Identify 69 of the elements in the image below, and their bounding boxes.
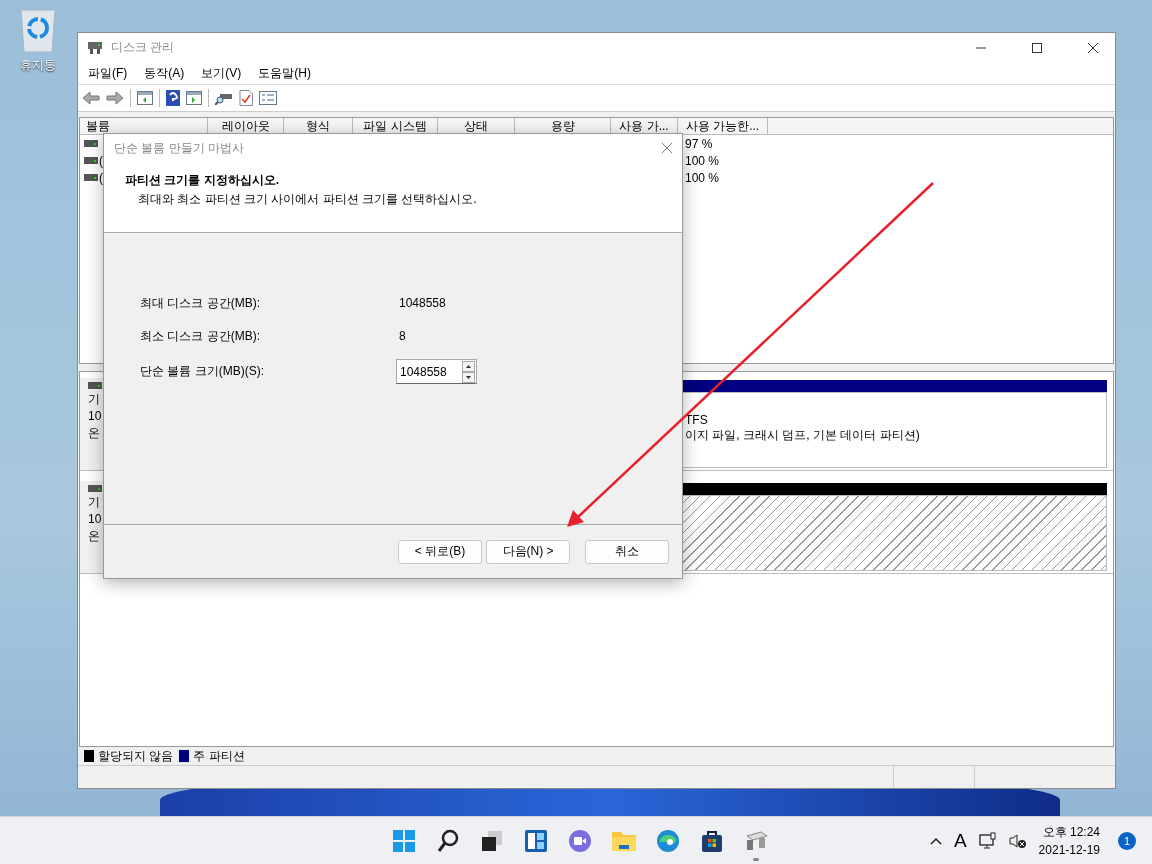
chevron-up-icon[interactable]	[929, 836, 942, 845]
disk-label-text: 10	[88, 512, 103, 526]
help-icon[interactable]	[166, 90, 180, 106]
notification-badge[interactable]: 1	[1118, 831, 1136, 850]
disk-drive-icon	[84, 140, 98, 147]
disk-search-icon[interactable]	[215, 91, 233, 105]
disk-management-icon[interactable]	[744, 829, 768, 852]
disk-label-text: 온	[88, 529, 101, 543]
partition-block[interactable]	[681, 481, 1109, 573]
table-cell: (	[99, 153, 103, 168]
table-cell: (	[99, 170, 103, 185]
start-icon[interactable]	[392, 828, 416, 853]
widgets-icon[interactable]	[524, 828, 548, 853]
partition-text: TFS	[685, 413, 709, 428]
field-label: 최소 디스크 공간(MB):	[140, 327, 261, 345]
maximize-icon[interactable]	[1031, 41, 1043, 54]
field-label: 최대 디스크 공간(MB):	[140, 294, 261, 312]
field-label: 단순 볼륨 크기(MB)(S):	[140, 363, 265, 380]
menu-item[interactable]: 보기(V)	[201, 64, 242, 82]
disk-drive-icon	[84, 157, 98, 164]
disk-label-text: 기	[88, 392, 101, 406]
dialog-title: 단순 볼륨 만들기 마법사	[114, 139, 244, 157]
disk-drive-icon	[84, 174, 98, 181]
speaker-muted-icon[interactable]	[1008, 832, 1027, 849]
disk-drive-icon	[87, 40, 103, 55]
dialog-button[interactable]: 취소	[585, 539, 669, 564]
close-icon[interactable]	[1087, 41, 1099, 54]
menu-item[interactable]: 동작(A)	[144, 64, 185, 82]
table-cell: 100 %	[685, 170, 720, 185]
field-value: 8	[399, 329, 406, 343]
column-header[interactable]: 볼륨	[80, 118, 208, 135]
disk-label-text: 10	[88, 409, 103, 423]
checklist-icon[interactable]	[259, 91, 277, 105]
spin-arrows-icon[interactable]	[462, 360, 475, 383]
store-bag-icon[interactable]	[700, 828, 724, 853]
disk-drive-icon	[88, 382, 102, 389]
size-spin-field[interactable]: 1048558	[396, 359, 477, 384]
panel-icon[interactable]	[186, 91, 202, 105]
field-value: 1048558	[399, 296, 446, 310]
panel-icon[interactable]	[137, 91, 153, 105]
dialog-subtitle: 최대와 최소 파티션 크기 사이에서 파티션 크기를 선택하십시오.	[138, 191, 478, 208]
dialog-button[interactable]: < 뒤로(B)	[398, 539, 482, 564]
browser-icon[interactable]	[656, 828, 680, 853]
menu-item[interactable]: 파일(F)	[88, 64, 128, 82]
forward-arrow-icon[interactable]	[106, 91, 124, 105]
disk-label-text: 기	[88, 495, 101, 509]
back-arrow-icon[interactable]	[82, 91, 100, 105]
table-cell: 100 %	[685, 153, 720, 168]
column-header[interactable]: 사용 가능한...	[678, 118, 768, 135]
menu-item[interactable]: 도움말(H)	[258, 64, 311, 82]
search-icon[interactable]	[437, 828, 459, 853]
clock-time[interactable]: 오후 12:24	[1042, 824, 1100, 841]
partition-text: 이지 파일, 크래시 덤프, 기본 데이터 파티션)	[685, 428, 921, 443]
disk-drive-icon	[88, 485, 102, 492]
network-monitor-icon[interactable]	[978, 831, 997, 850]
dialog-button[interactable]: 다음(N) >	[486, 539, 570, 564]
input-indicator[interactable]: A	[953, 829, 967, 852]
video-chat-icon[interactable]	[568, 828, 592, 853]
window-title: 디스크 관리	[111, 39, 175, 56]
legend-label: 할당되지 않음	[98, 747, 174, 765]
clock-date[interactable]: 2021-12-19	[1038, 843, 1100, 857]
table-cell: 97 %	[685, 136, 713, 151]
task-view-icon[interactable]	[481, 829, 503, 852]
folder-icon[interactable]	[611, 829, 637, 852]
dialog-heading: 파티션 크기를 지정하십시오.	[125, 172, 280, 189]
disk-label-text: 온	[88, 426, 101, 440]
checked-document-icon[interactable]	[239, 90, 253, 106]
recycle-bin-icon[interactable]	[18, 8, 58, 54]
legend-label: 주 파티션	[193, 747, 245, 765]
